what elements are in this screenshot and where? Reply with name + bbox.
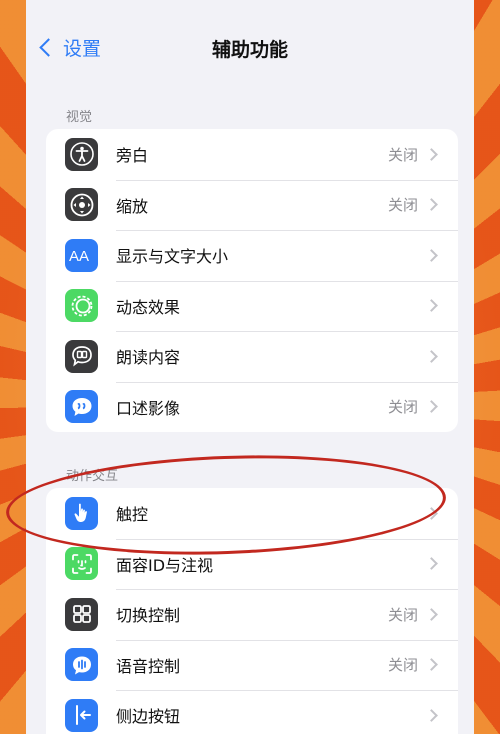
row-label: 缩放 xyxy=(116,196,149,216)
row-label: 触控 xyxy=(116,505,149,525)
navigation-bar: 设置 辅助功能 xyxy=(26,0,474,96)
motion-icon xyxy=(65,289,98,323)
row-label: 动态效果 xyxy=(116,297,181,317)
row-face-id-attention[interactable]: 面容ID与注视 xyxy=(46,538,458,590)
page-title: 辅助功能 xyxy=(211,39,288,61)
accessibility-person-icon xyxy=(65,137,98,171)
side-button-icon xyxy=(65,698,98,732)
row-value: 关闭 xyxy=(387,145,418,164)
chevron-right-icon xyxy=(425,708,438,722)
chevron-right-icon xyxy=(425,557,438,571)
chevron-right-icon xyxy=(425,658,438,672)
audio-descriptions-icon xyxy=(65,390,98,424)
text-size-icon: AA xyxy=(65,238,98,272)
row-label: 面容ID与注视 xyxy=(116,555,214,575)
chevron-right-icon xyxy=(425,248,438,262)
settings-screen: 设置 辅助功能 视觉 旁白 关闭 缩放 关闭 AA 显示与文字大小 动态效果 朗… xyxy=(26,0,474,734)
row-side-button[interactable]: 侧边按钮 xyxy=(46,690,458,734)
row-touch[interactable]: 触控 xyxy=(46,488,458,539)
row-switch-control[interactable]: 切换控制 关闭 xyxy=(46,589,458,640)
row-label: 语音控制 xyxy=(116,656,181,676)
row-voiceover[interactable]: 旁白 关闭 xyxy=(46,129,458,180)
row-spoken-content[interactable]: 朗读内容 xyxy=(46,331,458,382)
row-display-text-size[interactable]: AA 显示与文字大小 xyxy=(46,230,458,281)
row-value: 关闭 xyxy=(387,398,418,417)
zoom-icon xyxy=(65,188,98,222)
chevron-right-icon xyxy=(425,506,438,520)
touch-hand-icon xyxy=(65,496,98,530)
row-label: 切换控制 xyxy=(116,606,181,626)
row-value: 关闭 xyxy=(387,656,418,675)
chevron-right-icon xyxy=(425,299,438,313)
chevron-right-icon xyxy=(425,198,438,212)
row-label: 口述影像 xyxy=(116,398,181,418)
chevron-right-icon xyxy=(425,349,438,363)
section-header-vision: 视觉 xyxy=(66,110,93,125)
vision-group: 旁白 关闭 缩放 关闭 AA 显示与文字大小 动态效果 朗读内容 口述影像 关闭 xyxy=(46,129,458,432)
row-value: 关闭 xyxy=(387,196,418,215)
spoken-content-icon xyxy=(65,339,98,373)
chevron-right-icon xyxy=(425,400,438,414)
switch-control-icon xyxy=(65,597,98,631)
physical-motor-group: 触控 面容ID与注视 切换控制 关闭 语音控制 关闭 侧边按钮 xyxy=(46,488,458,734)
row-motion[interactable]: 动态效果 xyxy=(46,280,458,332)
face-id-icon xyxy=(65,547,98,581)
row-label: 朗读内容 xyxy=(116,348,181,368)
row-audio-descriptions[interactable]: 口述影像 关闭 xyxy=(46,381,458,433)
row-label: 旁白 xyxy=(116,146,149,166)
row-zoom[interactable]: 缩放 关闭 xyxy=(46,179,458,231)
row-label: 侧边按钮 xyxy=(116,707,181,727)
section-header-physical-motor: 动作交互 xyxy=(66,469,119,484)
row-value: 关闭 xyxy=(387,605,418,624)
voice-control-icon xyxy=(65,648,98,682)
chevron-right-icon xyxy=(425,147,438,161)
chevron-right-icon xyxy=(425,607,438,621)
row-label: 显示与文字大小 xyxy=(116,247,229,267)
svg-text:AA: AA xyxy=(69,248,89,265)
row-voice-control[interactable]: 语音控制 关闭 xyxy=(46,639,458,691)
